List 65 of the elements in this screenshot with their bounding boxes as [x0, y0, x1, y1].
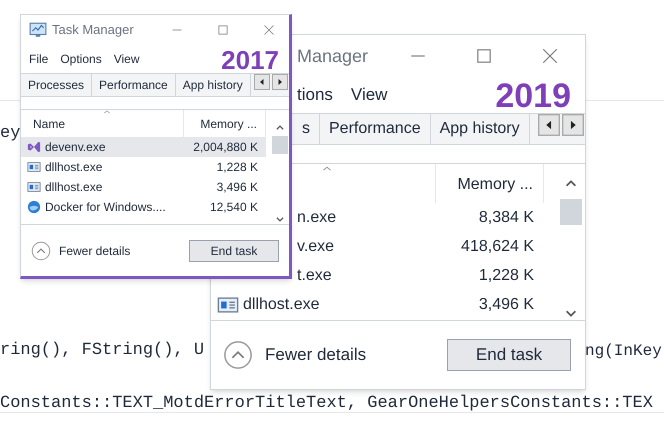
tab[interactable]: Performance [92, 74, 176, 96]
collapse-icon[interactable] [223, 340, 253, 370]
memory-value: 418,624 K [460, 236, 535, 256]
year-label: 2019 [495, 76, 571, 117]
scroll-right-icon[interactable] [271, 74, 289, 90]
memory-value: 12,540 K [208, 199, 259, 216]
process-row[interactable]: v.exe 418,624 K [295, 232, 544, 261]
window-title: Manager [297, 44, 368, 68]
end-task-button[interactable]: End task [189, 240, 279, 262]
tab[interactable]: Processes [21, 74, 92, 96]
scroll-right-icon[interactable] [561, 114, 585, 136]
app-icon [27, 140, 41, 154]
process-name: Docker for Windows.... [45, 199, 166, 216]
process-row[interactable]: dllhost.exe 3,496 K [21, 177, 266, 197]
year-label: 2017 [221, 44, 279, 77]
tab[interactable]: s [293, 114, 320, 144]
process-name: v.exe [297, 236, 334, 256]
memory-value: 8,384 K [478, 208, 535, 228]
process-name: t.exe [297, 266, 332, 286]
process-row[interactable]: devenv.exe 2,004,880 K [21, 137, 266, 157]
memory-value: 3,496 K [216, 179, 259, 196]
memory-value: 1,228 K [216, 159, 259, 176]
memory-value: 1,228 K [478, 266, 535, 286]
process-name: devenv.exe [45, 139, 106, 156]
window-title: Task Manager [52, 21, 134, 40]
process-row[interactable]: t.exe 1,228 K [295, 261, 544, 290]
end-task-button[interactable]: End task [447, 339, 571, 371]
code-line: Constants::TEXT_MotdErrorTitleText, GearOneHelpersConstants::TEX [0, 393, 653, 415]
scroll-thumb[interactable] [560, 199, 582, 225]
tab[interactable]: Performance [320, 114, 431, 144]
collapse-icon[interactable] [31, 240, 51, 260]
scroll-left-icon[interactable] [537, 114, 561, 136]
memory-value: 3,496 K [478, 294, 535, 314]
process-name: dllhost.exe [45, 179, 102, 196]
process-row[interactable]: dllhost.exe 3,496 K [211, 290, 544, 319]
code-line: ey [0, 123, 20, 145]
fewer-details-link[interactable]: Fewer details [265, 342, 366, 368]
menu-item[interactable]: View [114, 50, 140, 68]
process-row[interactable]: Docker for Windows.... 12,540 K [21, 197, 266, 217]
fewer-details-link[interactable]: Fewer details [59, 242, 130, 260]
process-name: dllhost.exe [45, 159, 102, 176]
scroll-left-icon[interactable] [253, 74, 271, 90]
maximize-icon[interactable] [217, 24, 229, 36]
tab[interactable]: App history [176, 74, 251, 96]
process-name: n.exe [297, 208, 336, 228]
monitor-icon [29, 21, 47, 39]
menu-item[interactable]: Options [60, 50, 102, 68]
whale-icon [27, 200, 41, 214]
code-line: ring(), FString(), U [0, 340, 204, 362]
menu-item[interactable]: View [350, 82, 388, 108]
maximize-icon[interactable] [475, 47, 493, 65]
window-icon [27, 160, 41, 174]
column-header[interactable]: Memory ... [436, 164, 544, 203]
process-name: dllhost.exe [243, 294, 320, 314]
menu-item[interactable]: File [29, 50, 48, 68]
process-row[interactable]: n.exe 8,384 K [295, 203, 544, 232]
close-icon[interactable] [541, 47, 559, 65]
process-row[interactable]: dllhost.exe 1,228 K [21, 157, 266, 177]
scroll-thumb[interactable] [272, 136, 288, 154]
code-line: ng(InKey [585, 341, 662, 362]
tab[interactable]: App history [430, 114, 530, 144]
close-icon[interactable] [263, 24, 275, 36]
memory-value: 2,004,880 K [192, 139, 259, 156]
menu-item[interactable]: tions [297, 82, 333, 108]
window-icon [27, 180, 41, 194]
